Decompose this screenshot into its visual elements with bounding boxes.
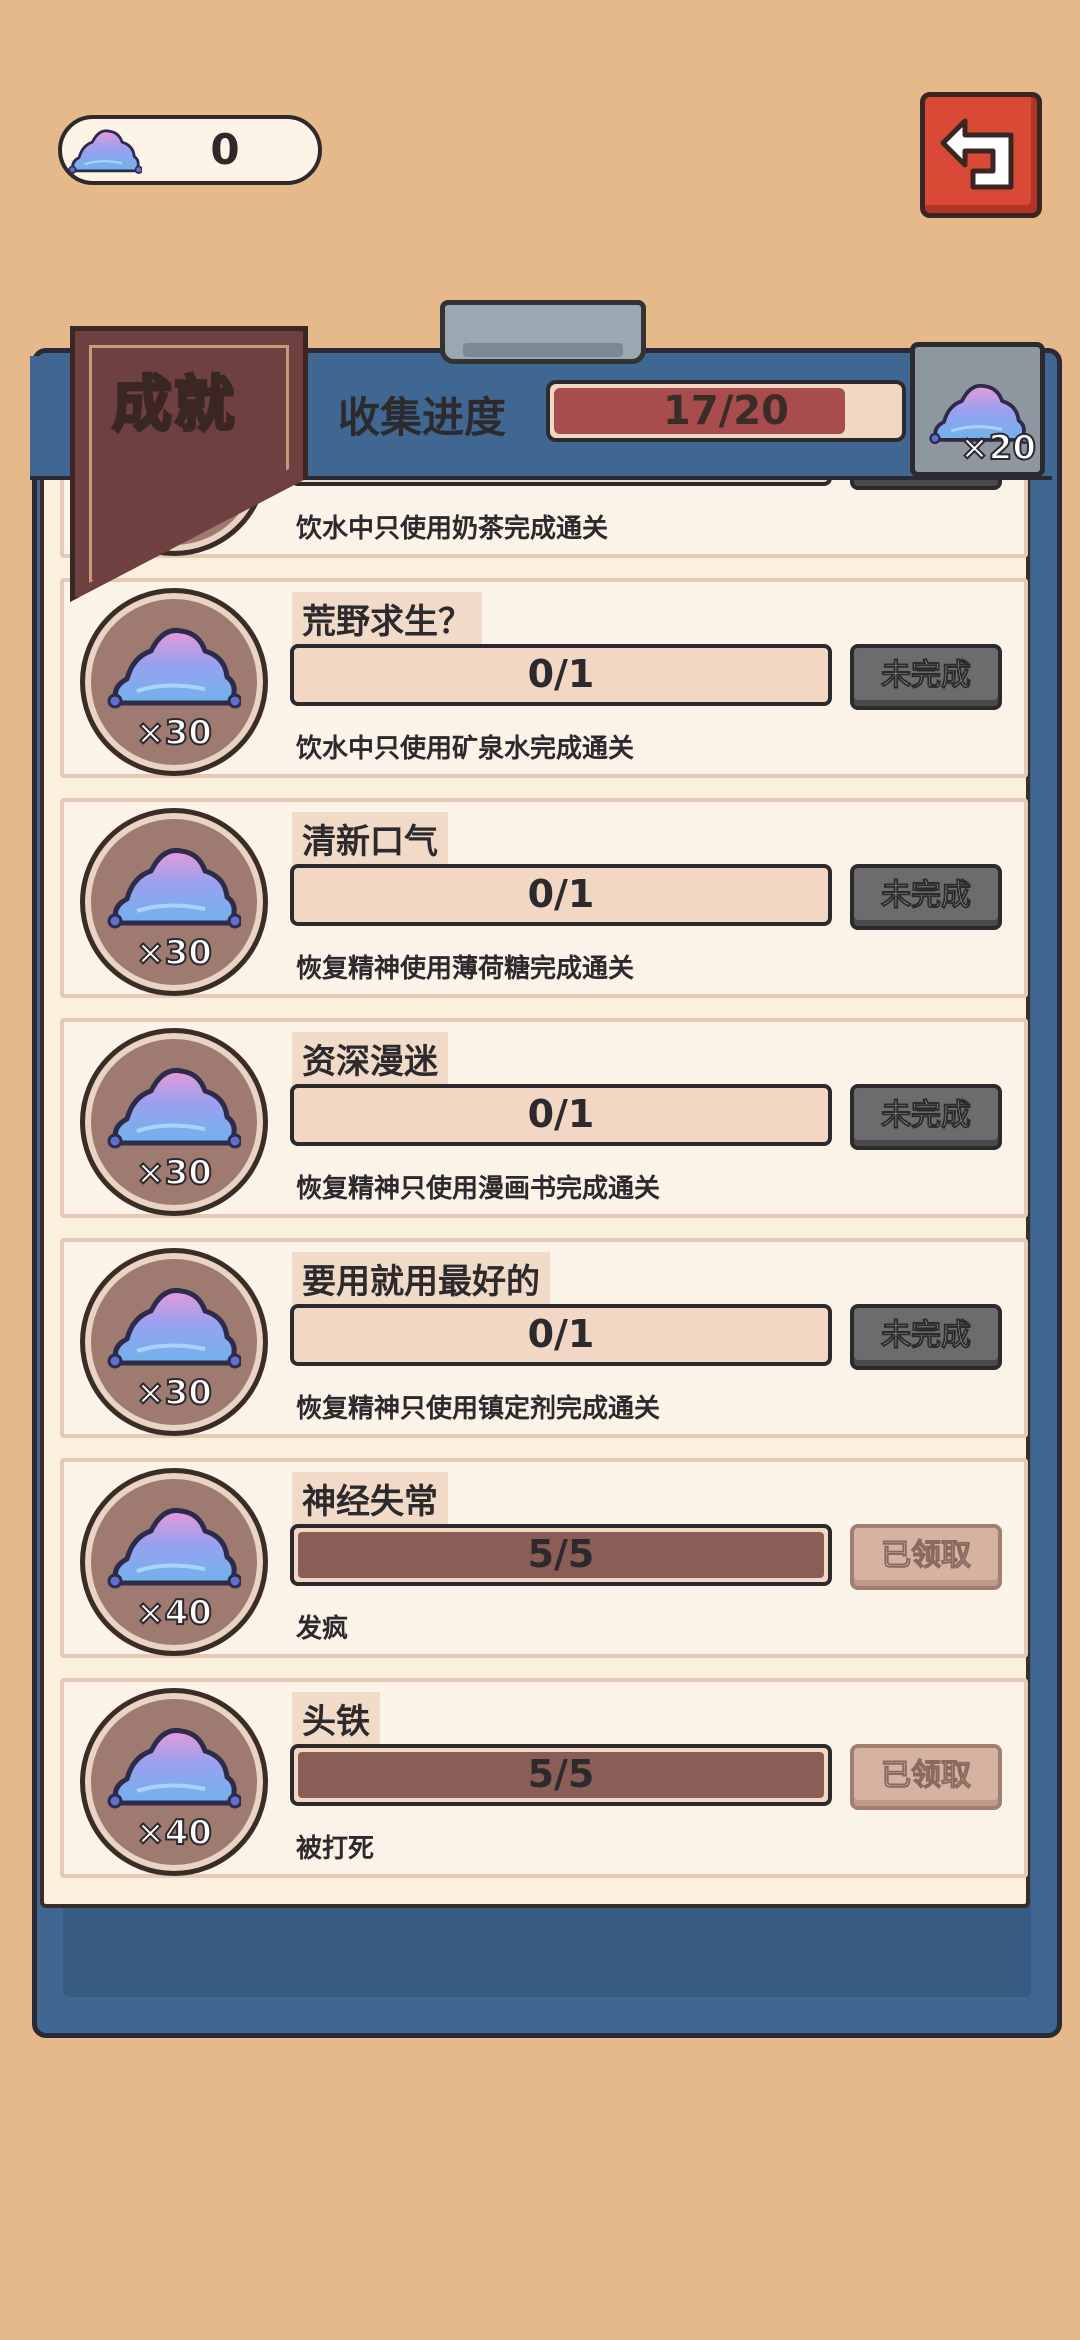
achievement-title: 神经失常	[292, 1472, 448, 1525]
achievement-title: 要用就用最好的	[292, 1252, 550, 1305]
achievement-reward-badge: ×30	[80, 808, 268, 996]
achievement-description: 发疯	[296, 1614, 349, 1644]
achievement-progress-bar: 0/1	[290, 1304, 832, 1366]
incomplete-button[interactable]: 未完成	[850, 864, 1002, 930]
achievement-title: 头铁	[292, 1692, 380, 1745]
reward-amount: ×30	[135, 1152, 213, 1194]
collection-progress-label: 收集进度	[338, 393, 507, 442]
achievement-progress-text: 5/5	[527, 1752, 595, 1796]
achievement-progress-bar: 5/5	[290, 1524, 832, 1586]
achievement-description: 恢复精神使用薄荷糖完成通关	[296, 954, 635, 984]
clipboard-clip	[440, 300, 646, 364]
achievement-list[interactable]: 0/1未完成饮水中只使用奶茶完成通关×30荒野求生？0/1未完成饮水中只使用矿泉…	[60, 470, 1028, 1908]
achievement-progress-bar: 5/5	[290, 1744, 832, 1806]
collection-progress-bar: 17/20	[546, 380, 906, 442]
incomplete-button[interactable]: 未完成	[850, 1084, 1002, 1150]
achievement-progress-text: 0/1	[527, 1312, 595, 1356]
currency-value: 0	[210, 125, 240, 174]
achievement-description: 饮水中只使用矿泉水完成通关	[296, 734, 635, 764]
achievement-description: 饮水中只使用奶茶完成通关	[296, 514, 609, 544]
crystal-gem-icon	[107, 1717, 243, 1817]
achievement-progress-text: 0/1	[527, 1092, 595, 1136]
crystal-gem-icon	[107, 1057, 243, 1157]
achievement-row: ×40 头铁 5/5 已领取被打死	[60, 1678, 1028, 1878]
achievement-reward-badge: ×40	[80, 1468, 268, 1656]
achievement-row: ×30 资深漫迷 0/1 未完成恢复精神只使用漫画书完成通关	[60, 1018, 1028, 1218]
reward-amount: ×30	[135, 932, 213, 974]
achievement-reward-badge: ×30	[80, 1028, 268, 1216]
back-button[interactable]	[920, 92, 1042, 218]
incomplete-button[interactable]: 未完成	[850, 644, 1002, 710]
collection-progress-text: 17/20	[663, 388, 789, 434]
crystal-gem-icon	[107, 1497, 243, 1597]
achievement-progress-bar: 0/1	[290, 644, 832, 706]
currency-display: 0	[58, 115, 322, 185]
reward-amount: ×30	[135, 712, 213, 754]
return-arrow-icon	[940, 118, 1014, 190]
achievement-progress-text: 5/5	[527, 1532, 595, 1576]
reward-amount: ×40	[135, 1812, 213, 1854]
achievement-row: ×30 清新口气 0/1 未完成恢复精神使用薄荷糖完成通关	[60, 798, 1028, 998]
crystal-gem-icon	[107, 617, 243, 717]
achievement-progress-bar: 0/1	[290, 864, 832, 926]
achievement-title: 荒野求生？	[292, 592, 482, 645]
achievement-title: 清新口气	[292, 812, 448, 865]
achievement-description: 被打死	[296, 1834, 375, 1864]
crystal-gem-icon	[107, 837, 243, 937]
reward-amount: ×40	[135, 1592, 213, 1634]
achievement-row: ×40 神经失常 5/5 已领取发疯	[60, 1458, 1028, 1658]
claimed-button[interactable]: 已领取	[850, 1744, 1002, 1810]
incomplete-button[interactable]: 未完成	[850, 1304, 1002, 1370]
collection-reward-button[interactable]: ×20	[910, 342, 1045, 477]
achievement-title: 资深漫迷	[292, 1032, 448, 1085]
collection-reward-count: ×20	[959, 427, 1037, 469]
achievement-progress-text: 0/1	[527, 652, 595, 696]
achievement-reward-badge: ×40	[80, 1688, 268, 1876]
achievement-progress-bar: 0/1	[290, 1084, 832, 1146]
achievement-description: 恢复精神只使用漫画书完成通关	[296, 1174, 661, 1204]
claimed-button[interactable]: 已领取	[850, 1524, 1002, 1590]
crystal-gem-icon	[107, 1277, 243, 1377]
achievement-row: ×30 要用就用最好的 0/1 未完成恢复精神只使用镇定剂完成通关	[60, 1238, 1028, 1438]
achievement-reward-badge: ×30	[80, 1248, 268, 1436]
page-title: 成就	[111, 369, 236, 442]
achievement-row: ×30 荒野求生？ 0/1 未完成饮水中只使用矿泉水完成通关	[60, 578, 1028, 778]
achievement-progress-text: 0/1	[527, 872, 595, 916]
achievement-description: 恢复精神只使用镇定剂完成通关	[296, 1394, 661, 1424]
crystal-gem-icon	[68, 123, 143, 179]
achievement-reward-badge: ×30	[80, 588, 268, 776]
reward-amount: ×30	[135, 1372, 213, 1414]
